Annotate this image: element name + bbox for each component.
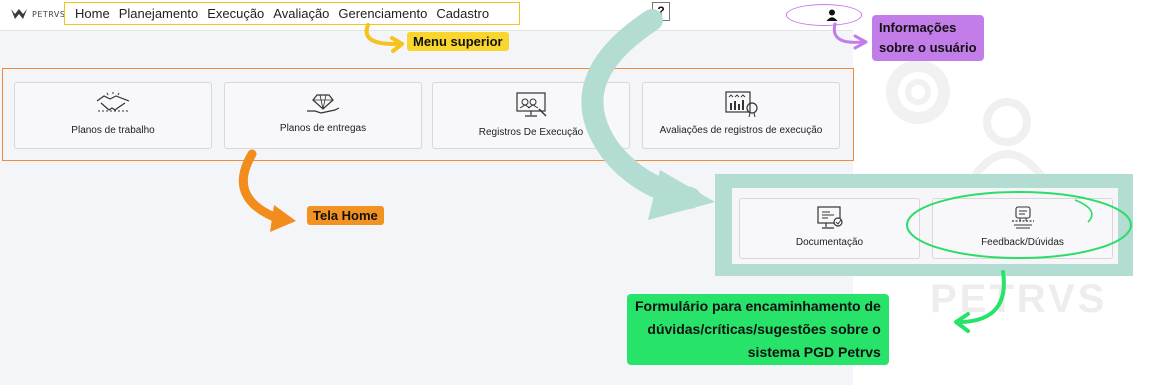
user-highlight-oval (786, 4, 862, 26)
purple-arrowhead-icon (853, 34, 868, 50)
card-planos-de-trabalho[interactable]: Planos de trabalho (14, 82, 212, 149)
card-feedback-duvidas[interactable]: Feedback/Dúvidas (932, 198, 1113, 259)
watermark-gear-icon (886, 60, 950, 124)
top-navbar: PETRVS Home Planejamento Execução Avalia… (0, 0, 862, 31)
card-planos-de-entregas[interactable]: Planos de entregas (224, 82, 422, 149)
document-monitor-icon (816, 206, 843, 229)
diamond-hand-icon (307, 94, 340, 114)
menu-item-gerenciamento[interactable]: Gerenciamento (338, 6, 427, 21)
feedback-icon (1011, 206, 1034, 229)
callout-informacoes-usuario: Informações sobre o usuário (872, 15, 984, 61)
callout-line: sistema PGD Petrvs (747, 344, 881, 360)
menu-item-cadastro[interactable]: Cadastro (436, 6, 489, 21)
brand-logo[interactable]: PETRVS (10, 8, 65, 20)
card-registros-de-execucao[interactable]: Registros De Execução (432, 82, 630, 149)
watermark-user-icon (969, 98, 1047, 180)
callout-line: Informações (879, 20, 957, 35)
card-label: Planos de trabalho (71, 125, 155, 136)
petrvs-logo-icon (11, 9, 27, 19)
help-button[interactable]: ? (652, 2, 670, 21)
callout-tela-home: Tela Home (307, 206, 384, 225)
rating-chart-icon (725, 91, 758, 118)
callout-formulario-duvidas: Formulário para encaminhamento de dúvida… (627, 294, 889, 365)
card-label: Registros De Execução (478, 127, 584, 138)
callout-menu-superior: Menu superior (407, 32, 509, 51)
presentation-board-icon (516, 92, 547, 117)
watermark-logo: PETRVS (930, 277, 1108, 321)
card-label: Feedback/Dúvidas (981, 237, 1064, 248)
card-documentacao[interactable]: Documentação (739, 198, 920, 259)
brand-name: PETRVS (32, 9, 66, 19)
menu-item-home[interactable]: Home (75, 6, 110, 21)
menu-item-avaliacao[interactable]: Avaliação (273, 6, 329, 21)
menu-item-execucao[interactable]: Execução (207, 6, 264, 21)
user-icon[interactable] (826, 9, 838, 21)
card-label: Planos de entregas (279, 123, 367, 134)
card-avaliacoes-de-registros[interactable]: Avaliações de registros de execução (642, 82, 840, 149)
menu-item-planejamento[interactable]: Planejamento (119, 6, 199, 21)
handshake-icon (96, 92, 130, 112)
card-label: Avaliações de registros de execução (659, 125, 823, 136)
callout-line: sobre o usuário (879, 40, 977, 55)
callout-line: dúvidas/críticas/sugestões sobre o (647, 321, 881, 337)
card-label: Documentação (795, 237, 864, 248)
main-menu: Home Planejamento Execução Avaliação Ger… (64, 2, 520, 25)
callout-line: Formulário para encaminhamento de (635, 298, 881, 314)
